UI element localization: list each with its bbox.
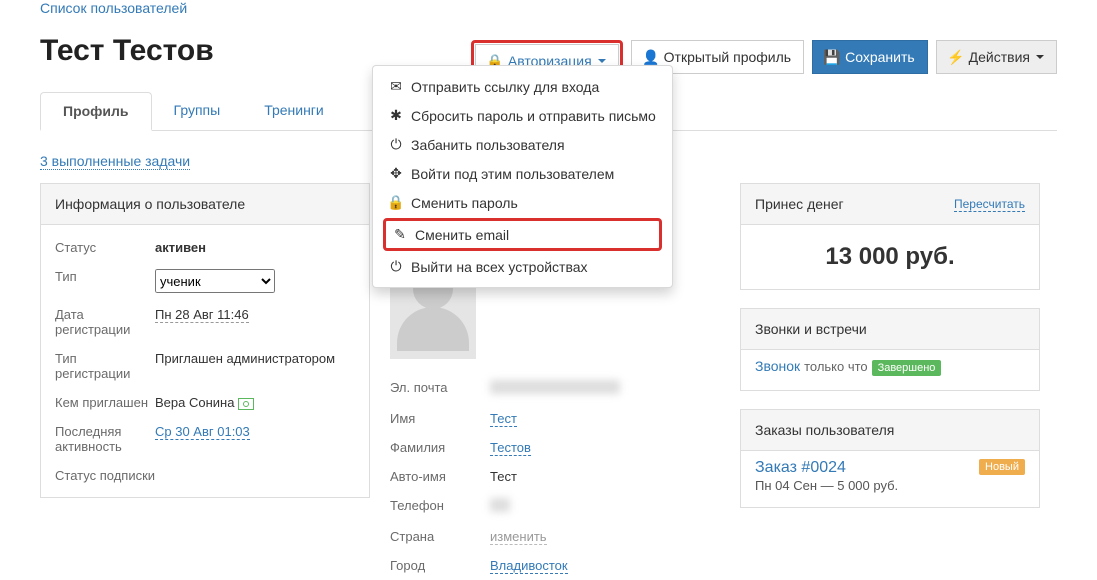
phone-label: Телефон <box>390 498 490 513</box>
status-value: активен <box>155 240 206 255</box>
regdate-label: Дата регистрации <box>55 307 155 337</box>
email-label: Эл. почта <box>390 380 490 395</box>
lock-icon: 🔒 <box>389 194 403 211</box>
menu-ban-user[interactable]: ⏻Забанить пользователя <box>373 130 672 159</box>
power-icon: ⏻ <box>389 136 403 153</box>
completed-tasks-link[interactable]: 3 выполненные задачи <box>40 153 190 170</box>
inviter-label: Кем приглашен <box>55 395 155 410</box>
recalc-link[interactable]: Пересчитать <box>954 197 1025 212</box>
type-label: Тип <box>55 269 155 284</box>
lastactivity-label: Последняя активность <box>55 424 155 454</box>
menu-reset-password[interactable]: ✱Сбросить пароль и отправить письмо <box>373 101 672 130</box>
tab-trainings[interactable]: Тренинги <box>242 92 346 130</box>
lastname-label: Фамилия <box>390 440 490 455</box>
phone-value <box>490 498 510 512</box>
user-info-panel-title: Информация о пользователе <box>55 196 245 212</box>
auth-dropdown-menu: ✉Отправить ссылку для входа ✱Сбросить па… <box>372 65 673 288</box>
substatus-label: Статус подписки <box>55 468 155 483</box>
type-select[interactable]: ученик <box>155 269 275 293</box>
call-status-badge: Завершено <box>872 360 942 376</box>
autoname-value: Тест <box>490 469 720 484</box>
lastname-value[interactable]: Тестов <box>490 440 531 456</box>
menu-login-as[interactable]: ✥Войти под этим пользователем <box>373 159 672 188</box>
menu-logout-all[interactable]: ⏻Выйти на всех устройствах <box>373 252 672 281</box>
bolt-icon: ⚡ <box>949 49 963 66</box>
page-title: Тест Тестов <box>40 34 471 68</box>
mail-icon: ✉ <box>389 78 403 95</box>
firstname-label: Имя <box>390 411 490 426</box>
call-link[interactable]: Звонок <box>755 358 800 374</box>
email-value <box>490 380 620 394</box>
orders-panel-title: Заказы пользователя <box>755 422 894 438</box>
user-icon: 👤 <box>644 49 658 66</box>
money-panel-title: Принес денег <box>755 196 844 212</box>
status-label: Статус <box>55 240 155 255</box>
regtype-value: Приглашен администратором <box>155 351 355 366</box>
lastactivity-value[interactable]: Ср 30 Авг 01:03 <box>155 424 250 440</box>
menu-send-login-link[interactable]: ✉Отправить ссылку для входа <box>373 72 672 101</box>
order-date: Пн 04 Сен — 5 000 руб. <box>755 478 898 493</box>
country-change-link[interactable]: изменить <box>490 529 547 545</box>
city-label: Город <box>390 558 490 573</box>
tab-profile[interactable]: Профиль <box>40 92 152 131</box>
tab-groups[interactable]: Группы <box>152 92 243 130</box>
order-link[interactable]: Заказ #0024 <box>755 459 846 476</box>
asterisk-icon: ✱ <box>389 107 403 124</box>
menu-change-password[interactable]: 🔒Сменить пароль <box>373 188 672 217</box>
menu-change-email[interactable]: ✎Сменить email <box>387 222 658 247</box>
money-value: 13 000 руб. <box>741 225 1039 289</box>
cash-icon <box>238 398 254 410</box>
regdate-value: Пн 28 Авг 11:46 <box>155 307 249 323</box>
breadcrumb-users-list[interactable]: Список пользователей <box>40 0 187 16</box>
autoname-label: Авто-имя <box>390 469 490 484</box>
regtype-label: Тип регистрации <box>55 351 155 381</box>
order-status-badge: Новый <box>979 459 1025 475</box>
move-icon: ✥ <box>389 165 403 182</box>
power-icon: ⏻ <box>389 258 403 275</box>
save-button[interactable]: 💾 Сохранить <box>812 40 928 74</box>
city-value[interactable]: Владивосток <box>490 558 568 574</box>
save-icon: 💾 <box>825 49 839 66</box>
firstname-value[interactable]: Тест <box>490 411 517 427</box>
inviter-value: Вера Сонина <box>155 395 234 410</box>
calls-panel-title: Звонки и встречи <box>755 321 867 337</box>
country-label: Страна <box>390 529 490 544</box>
edit-icon: ✎ <box>393 226 407 243</box>
actions-dropdown-button[interactable]: ⚡ Действия <box>936 40 1057 74</box>
